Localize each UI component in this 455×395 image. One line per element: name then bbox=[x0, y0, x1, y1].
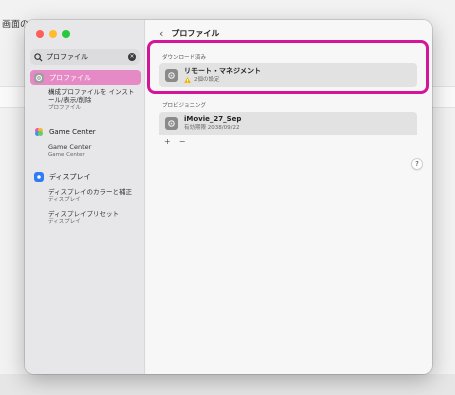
gear-icon bbox=[165, 117, 178, 130]
window-controls bbox=[36, 30, 70, 38]
result-text: ディスプレイのカラーと補正 bbox=[48, 188, 133, 196]
result-category: Game Center bbox=[48, 152, 85, 158]
result-category: ディスプレイ bbox=[48, 219, 81, 225]
result-category: ディスプレイ bbox=[48, 197, 81, 203]
minimize-button[interactable] bbox=[49, 30, 57, 38]
sidebar-item-game-center[interactable]: Game Center bbox=[30, 124, 141, 139]
nav-bar: ‹ プロファイル bbox=[159, 28, 219, 39]
sidebar-item-display[interactable]: ディスプレイ bbox=[30, 169, 141, 184]
game-center-icon bbox=[34, 127, 44, 137]
clear-icon[interactable]: × bbox=[128, 53, 136, 61]
result-text: 構成プロファイルを インストール/表示/削除 bbox=[48, 88, 135, 104]
profile-subtitle: 有効期限 2038/09/22 bbox=[184, 125, 240, 131]
zoom-button[interactable] bbox=[62, 30, 70, 38]
gear-icon bbox=[165, 68, 178, 82]
downloaded-section-label: ダウンロード済み bbox=[162, 55, 207, 61]
profile-row-imovie[interactable]: iMovie_27_Sep 有効期限 2038/09/22 bbox=[159, 112, 417, 135]
remove-button[interactable]: − bbox=[179, 137, 186, 146]
profile-subtitle-row: 2個の設定 bbox=[184, 76, 261, 84]
search-result-profiles[interactable]: 構成プロファイルを インストール/表示/削除 プロファイル bbox=[48, 88, 138, 112]
profile-subtitle: 2個の設定 bbox=[194, 76, 220, 83]
main-pane: ‹ プロファイル ダウンロード済み リモート・マネジメント 2個の設定 プロビジ… bbox=[146, 20, 432, 374]
sidebar-item-label: プロファイル bbox=[49, 73, 91, 82]
result-text: ディスプレイプリセット bbox=[48, 210, 120, 218]
add-button[interactable]: + bbox=[164, 137, 171, 146]
help-button[interactable]: ? bbox=[411, 158, 423, 170]
warning-icon bbox=[184, 76, 191, 83]
result-category: プロファイル bbox=[48, 105, 82, 111]
display-icon bbox=[34, 171, 44, 182]
background-bottom bbox=[0, 374, 455, 395]
sidebar: プロファイル × プロファイル 構成プロファイルを インストール/表示/削除 プ… bbox=[25, 20, 145, 374]
gear-icon bbox=[34, 72, 44, 83]
profile-title: iMovie_27_Sep bbox=[184, 115, 242, 123]
search-result-display-presets[interactable]: ディスプレイプリセット ディスプレイ bbox=[48, 210, 119, 226]
result-text: Game Center bbox=[48, 143, 92, 151]
add-remove-controls: + − bbox=[164, 137, 185, 146]
profile-row-remote-management[interactable]: リモート・マネジメント 2個の設定 bbox=[159, 63, 417, 87]
sidebar-item-profiles[interactable]: プロファイル bbox=[30, 70, 141, 85]
search-result-display-color[interactable]: ディスプレイのカラーと補正 ディスプレイ bbox=[48, 188, 132, 204]
provisioning-section-label: プロビジョニング bbox=[162, 103, 207, 109]
close-button[interactable] bbox=[36, 30, 44, 38]
sidebar-item-label: ディスプレイ bbox=[49, 172, 91, 181]
sidebar-item-label: Game Center bbox=[49, 127, 96, 136]
search-field[interactable]: プロファイル × bbox=[30, 49, 140, 65]
settings-window: プロファイル × プロファイル 構成プロファイルを インストール/表示/削除 プ… bbox=[25, 20, 432, 374]
back-icon[interactable]: ‹ bbox=[159, 28, 163, 39]
page-title: プロファイル bbox=[171, 29, 220, 38]
search-icon bbox=[34, 52, 43, 62]
profile-title: リモート・マネジメント bbox=[184, 66, 261, 75]
search-result-game-center[interactable]: Game Center Game Center bbox=[48, 143, 91, 159]
search-input[interactable]: プロファイル bbox=[46, 52, 128, 62]
